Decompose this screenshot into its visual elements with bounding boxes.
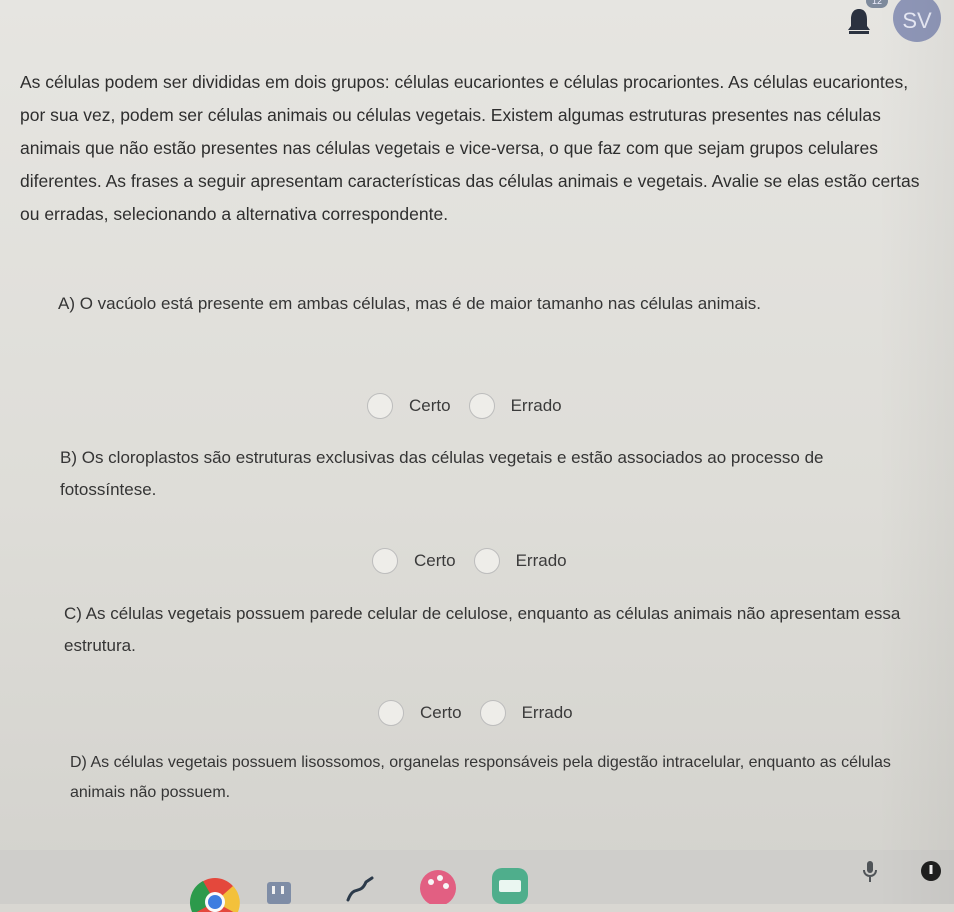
top-bar: 12 SV (0, 0, 954, 48)
keyboard-icon[interactable] (492, 868, 528, 904)
option-label: Certo (409, 396, 451, 415)
chrome-icon[interactable] (186, 872, 244, 912)
question-b-option-certo[interactable]: Certo (372, 548, 456, 574)
question-c-options: Certo Errado (378, 700, 591, 726)
question-d-text: D) As células vegetais possuem lisossomo… (70, 754, 891, 801)
question-c-text: C) As células vegetais possuem parede ce… (64, 604, 901, 655)
pen-icon[interactable] (344, 874, 378, 904)
question-b-option-errado[interactable]: Errado (473, 548, 567, 574)
question-a-options: Certo Errado (367, 393, 580, 419)
radio-errado[interactable] (468, 393, 495, 419)
option-label: Certo (414, 551, 456, 570)
mic-icon[interactable] (860, 858, 880, 884)
question-intro: As células podem ser divididas em dois g… (20, 72, 920, 224)
question-a-option-certo[interactable]: Certo (367, 393, 451, 419)
option-label: Errado (510, 396, 562, 415)
avatar[interactable]: SV (893, 0, 941, 42)
option-label: Errado (521, 703, 573, 722)
taskbar (0, 850, 954, 904)
radio-certo[interactable] (378, 700, 404, 726)
bell-icon[interactable] (845, 6, 873, 36)
question-a-option-errado[interactable]: Errado (468, 393, 562, 419)
question-a-text: A) O vacúolo está presente em ambas célu… (58, 294, 762, 313)
question-c-option-errado[interactable]: Errado (479, 700, 573, 726)
calendar-icon[interactable] (264, 878, 294, 904)
option-label: Errado (515, 551, 567, 570)
radio-errado[interactable] (479, 700, 506, 726)
notification-badge: 12 (866, 0, 888, 8)
question-c-option-certo[interactable]: Certo (378, 700, 462, 726)
radio-certo[interactable] (367, 393, 393, 419)
question-b-text: B) Os cloroplastos são estruturas exclus… (60, 448, 824, 499)
question-b-options: Certo Errado (372, 548, 585, 574)
paint-icon[interactable] (418, 868, 458, 904)
form-screen: 12 SV As células podem ser divididas em … (0, 0, 954, 912)
radio-errado[interactable] (473, 548, 500, 574)
radio-certo[interactable] (372, 548, 398, 574)
option-label: Certo (420, 703, 462, 722)
info-icon[interactable] (920, 860, 942, 882)
